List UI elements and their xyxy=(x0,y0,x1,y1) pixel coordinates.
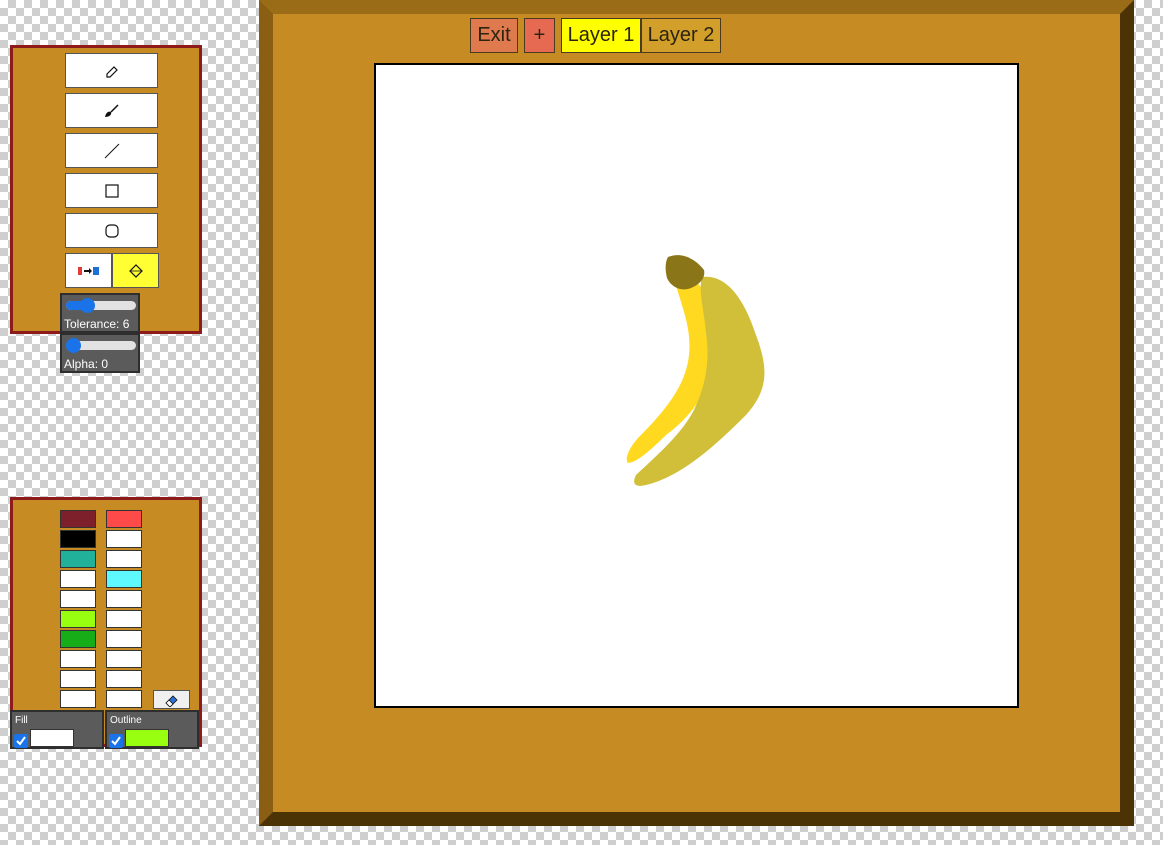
fill-label: Fill xyxy=(15,715,28,726)
layer-1-tab[interactable]: Layer 1 xyxy=(561,18,641,53)
drawing-canvas[interactable] xyxy=(374,63,1019,708)
palette-swatch[interactable] xyxy=(106,670,142,688)
palette-swatch[interactable] xyxy=(60,670,96,688)
checkmark-icon xyxy=(16,736,26,746)
outline-color-preview[interactable] xyxy=(125,729,169,747)
outline-label: Outline xyxy=(110,715,142,726)
outline-checkbox[interactable] xyxy=(109,734,123,748)
brush-icon xyxy=(104,103,119,117)
palette-swatch[interactable] xyxy=(106,530,142,548)
ellipse-icon xyxy=(104,223,119,238)
line-icon xyxy=(104,143,119,158)
palette-swatch[interactable] xyxy=(106,590,142,608)
banana-stem xyxy=(665,255,705,290)
tolerance-slider-thumb[interactable] xyxy=(80,298,95,313)
palette-swatch[interactable] xyxy=(106,690,142,708)
color-transfer-icon xyxy=(77,266,99,275)
palette-swatch[interactable] xyxy=(60,650,96,668)
rectangle-tool-button[interactable] xyxy=(65,173,158,208)
palette-swatch[interactable] xyxy=(106,650,142,668)
palette-swatch[interactable] xyxy=(60,570,96,588)
fill-checkbox[interactable] xyxy=(14,734,28,748)
fill-box: Fill xyxy=(10,710,104,749)
palette-swatch[interactable] xyxy=(60,690,96,708)
palette-swatch[interactable] xyxy=(106,570,142,588)
alpha-slider-thumb[interactable] xyxy=(66,338,81,353)
fill-color-preview[interactable] xyxy=(30,729,74,747)
palette-swatch[interactable] xyxy=(60,510,96,528)
palette-swatch[interactable] xyxy=(60,530,96,548)
palette-swatch[interactable] xyxy=(106,550,142,568)
outline-box: Outline xyxy=(105,710,199,749)
palette-swatch[interactable] xyxy=(60,590,96,608)
palette-swatch[interactable] xyxy=(60,630,96,648)
tools-panel xyxy=(10,45,202,334)
alpha-slider-box: Alpha: 0 xyxy=(60,333,140,373)
tolerance-label: Tolerance: 6 xyxy=(64,317,130,331)
color-transfer-tool-button[interactable] xyxy=(65,253,112,288)
palette-swatch[interactable] xyxy=(60,550,96,568)
palette-swatch[interactable] xyxy=(106,610,142,628)
add-layer-button[interactable]: + xyxy=(524,18,555,53)
pencil-icon xyxy=(105,65,118,78)
fill-bucket-tool-button[interactable] xyxy=(112,253,159,288)
checkmark-icon xyxy=(111,736,121,746)
line-tool-button[interactable] xyxy=(65,133,158,168)
palette-swatch[interactable] xyxy=(106,510,142,528)
eraser-icon xyxy=(164,694,178,707)
layer-2-tab[interactable]: Layer 2 xyxy=(641,18,721,53)
rectangle-icon xyxy=(104,183,119,198)
exit-button[interactable]: Exit xyxy=(470,18,518,53)
banana-drawing xyxy=(626,255,765,486)
fill-bucket-icon xyxy=(128,263,143,278)
brush-tool-button[interactable] xyxy=(65,93,158,128)
palette-swatch[interactable] xyxy=(60,610,96,628)
pencil-tool-button[interactable] xyxy=(65,53,158,88)
alpha-label: Alpha: 0 xyxy=(64,357,109,371)
ellipse-tool-button[interactable] xyxy=(65,213,158,248)
tolerance-slider[interactable] xyxy=(66,298,136,313)
tolerance-slider-box: Tolerance: 6 xyxy=(60,293,140,333)
eraser-button[interactable] xyxy=(153,690,190,709)
palette-swatch[interactable] xyxy=(106,630,142,648)
alpha-slider[interactable] xyxy=(66,338,136,353)
